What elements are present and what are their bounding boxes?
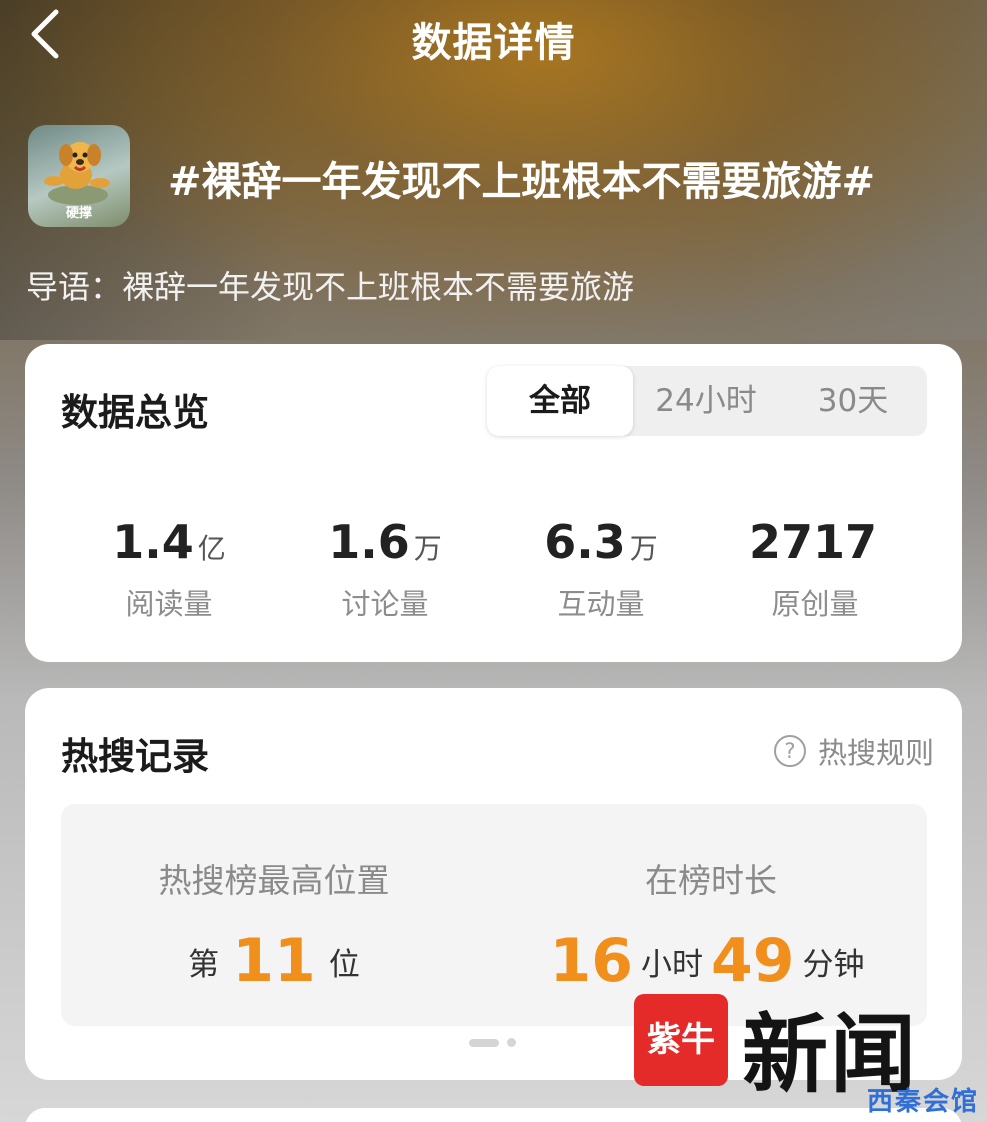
watermark-logo: 紫牛 [634,994,728,1086]
stat-unit: 万 [413,532,442,565]
rank-prefix: 第 [188,946,220,983]
watermark-sub: 西秦会馆 [866,1087,979,1117]
tab-24h[interactable]: 24小时 [633,366,779,436]
hours-unit: 小时 [641,946,703,983]
page-indicator [469,1038,516,1047]
topic-title: #裸辞一年发现不上班根本不需要旅游# [168,159,876,205]
stat-value: 1.4 [112,515,194,569]
stat-originals[interactable]: 2717 原创量 [705,514,925,623]
tab-30d[interactable]: 30天 [779,366,927,436]
stat-discussions[interactable]: 1.6 万 讨论量 [275,514,495,623]
tab-all[interactable]: 全部 [487,366,633,436]
page-dot [507,1038,516,1047]
peak-rank-label: 热搜榜最高位置 [158,861,390,900]
stat-unit: 万 [629,532,658,565]
navbar: 数据详情 [0,0,987,70]
overview-card: 数据总览 全部 24小时 30天 1.4 亿 阅读量 1.6 万 讨论量 6.3 万 … [25,344,962,662]
stat-value: 2717 [748,515,878,569]
topic-intro: 导语：裸辞一年发现不上班根本不需要旅游 [26,268,635,306]
rank-suffix: 位 [328,946,360,983]
stat-value-row: 1.4 亿 [59,514,279,577]
stat-label: 讨论量 [341,587,429,621]
hot-search-rules-link[interactable]: ? 热搜规则 [773,730,934,772]
stat-label: 互动量 [557,587,645,621]
stat-unit: 亿 [197,532,226,565]
stat-value-row: 6.3 万 [491,514,711,577]
stat-label: 阅读量 [125,587,213,621]
minutes-unit: 分钟 [802,946,865,983]
question-circle-icon: ? [773,735,806,767]
page-dot-active [469,1038,499,1047]
hot-search-title: 热搜记录 [61,735,209,778]
duration-block: 在榜时长 16 小时 49 分钟 [541,854,881,996]
duration-hours: 16 [549,926,634,996]
peak-rank-value: 第 11 位 [149,926,399,996]
stat-value: 6.3 [544,515,626,569]
stat-value: 1.6 [328,515,410,569]
stat-interactions[interactable]: 6.3 万 互动量 [491,514,711,623]
rank-number: 11 [232,926,316,996]
time-range-tabs: 全部 24小时 30天 [487,366,927,436]
stat-value-row: 2717 [705,514,925,577]
stat-value-row: 1.6 万 [275,514,495,577]
news-watermark: 紫牛 新闻 西秦会馆 [634,992,987,1122]
page-title: 数据详情 [411,20,576,66]
duration-label: 在榜时长 [645,861,777,900]
peak-rank-block: 热搜榜最高位置 第 11 位 [149,854,399,996]
topic-avatar[interactable]: 硬撑 [28,125,130,227]
stat-reads[interactable]: 1.4 亿 阅读量 [59,514,279,623]
avatar-label: 硬撑 [65,206,92,221]
overview-title: 数据总览 [61,391,209,434]
stat-label: 原创量 [771,587,859,621]
topic-header: 硬撑 #裸辞一年发现不上班根本不需要旅游# [28,125,968,230]
rules-label: 热搜规则 [817,736,934,770]
